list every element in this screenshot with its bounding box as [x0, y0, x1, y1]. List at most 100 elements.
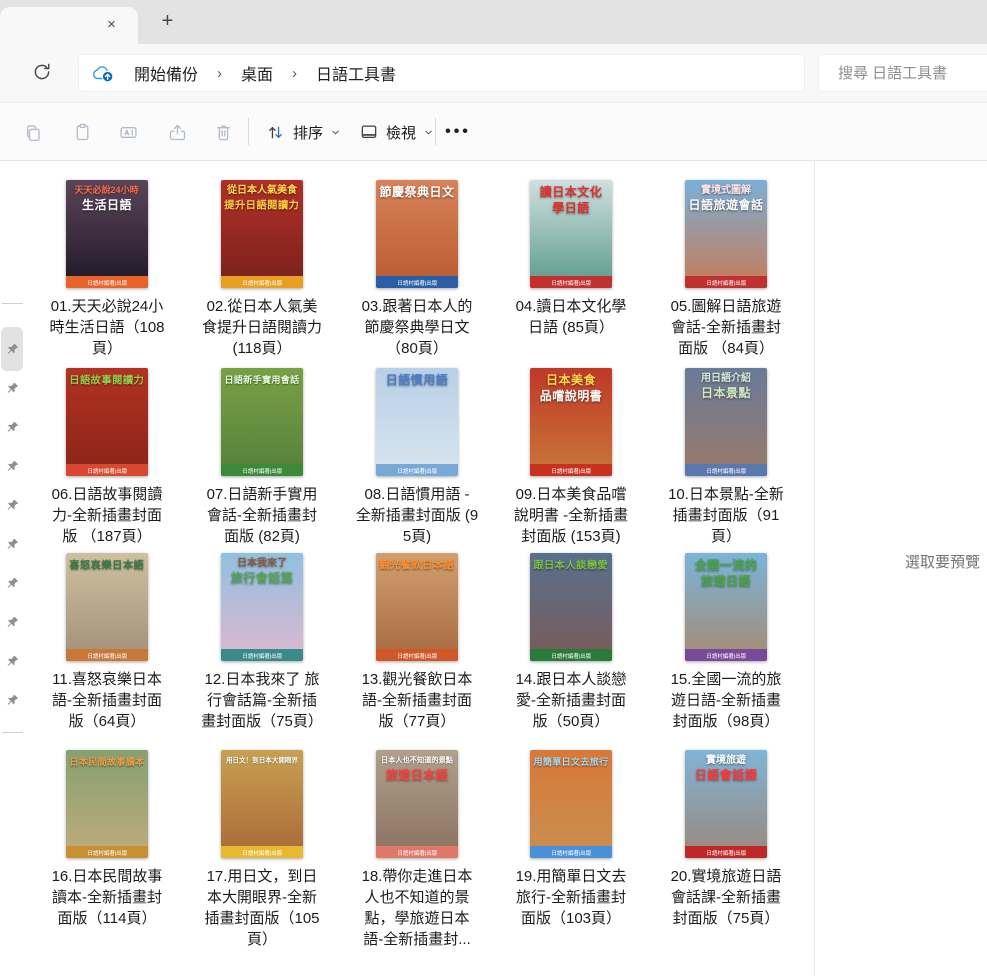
command-toolbar: 排序 檢視 ••• — [0, 103, 987, 161]
pinned-item[interactable] — [1, 602, 23, 642]
search-input[interactable] — [838, 65, 987, 82]
pinned-item[interactable] — [1, 524, 23, 564]
book-cover-thumbnail: 日語慣用語日語村編著|出版 — [376, 368, 458, 476]
tab-close-icon[interactable]: × — [101, 15, 122, 36]
search-box[interactable] — [818, 54, 987, 92]
file-item[interactable]: 日本美食品嚐說明書日語村編著|出版09.日本美食品嚐說明書 -全新插畫封面版 (… — [496, 368, 646, 547]
pinned-item[interactable] — [1, 327, 23, 371]
rename-button[interactable] — [108, 112, 148, 152]
publisher-strip: 日語村編著|出版 — [530, 846, 612, 858]
pinned-item[interactable] — [1, 368, 23, 408]
cover-title-line: 旅行會話篇 — [231, 571, 294, 587]
publisher-strip: 日語村編著|出版 — [376, 464, 458, 476]
see-more-icon: ••• — [445, 123, 471, 141]
pinned-item[interactable] — [1, 680, 23, 720]
cover-title-line: 跟日本人談戀愛 — [534, 559, 609, 572]
pinned-item[interactable] — [1, 407, 23, 447]
file-name: 11.喜怒哀樂日本語-全新插畫封面版（64頁） — [45, 669, 169, 732]
file-name: 03.跟著日本人的節慶祭典學日文（80頁） — [355, 296, 479, 359]
file-item[interactable]: 日本人也不知道的景點旅遊日本語日語村編著|出版18.帶你走進日本人也不知道的景點… — [342, 750, 492, 950]
explorer-tab[interactable]: × — [0, 7, 138, 44]
file-name: 01.天天必說24小時生活日語（108頁） — [45, 296, 169, 359]
sort-button[interactable]: 排序 — [256, 112, 350, 152]
cover-title-line: 從日本人氣美食 — [227, 185, 297, 198]
breadcrumb-item-current-folder[interactable]: 日語工具書 — [310, 58, 402, 88]
cover-title-line: 用簡單日文去旅行 — [534, 757, 609, 769]
folder-content-area: 天天必說24小時生活日語日語村編著|出版01.天天必說24小時生活日語（108頁… — [0, 162, 987, 976]
file-item[interactable]: 跟日本人談戀愛日語村編著|出版14.跟日本人談戀愛-全新插畫封面版（50頁） — [496, 553, 646, 732]
cover-title-line: 日語旅遊會話 — [688, 198, 763, 214]
breadcrumb-item-start-backup[interactable]: 開始備份 — [128, 58, 204, 88]
cover-title-line: 日本人也不知道的景點 — [381, 757, 453, 766]
paste-icon — [72, 122, 93, 143]
publisher-strip: 日語村編著|出版 — [530, 276, 612, 288]
book-cover-thumbnail: 日本美食品嚐說明書日語村編著|出版 — [530, 368, 612, 476]
file-item[interactable]: 天天必說24小時生活日語日語村編著|出版01.天天必說24小時生活日語（108頁… — [32, 180, 182, 359]
pinned-item[interactable] — [1, 641, 23, 681]
file-name: 02.從日本人氣美食提升日語閱讀力 (118頁） — [200, 296, 324, 359]
pin-icon — [5, 459, 20, 474]
new-tab-button[interactable]: + — [155, 10, 180, 35]
file-item[interactable]: 實境式圖解日語旅遊會話日語村編著|出版05.圖解日語旅遊會話-全新插畫封面版 （… — [651, 180, 801, 359]
pin-icon — [5, 342, 20, 357]
file-item[interactable]: 節慶祭典日文日語村編著|出版03.跟著日本人的節慶祭典學日文（80頁） — [342, 180, 492, 359]
publisher-strip: 日語村編著|出版 — [221, 276, 303, 288]
file-item[interactable]: 用日文！到日本大開眼界日語村編著|出版17.用日文，到日本大開眼界-全新插畫封面… — [187, 750, 337, 950]
address-bar-row: 開始備份 › 桌面 › 日語工具書 — [0, 44, 987, 103]
pin-icon — [5, 420, 20, 435]
publisher-strip: 日語村編著|出版 — [685, 464, 767, 476]
pin-icon — [5, 576, 20, 591]
file-item[interactable]: 用簡單日文去旅行日語村編著|出版 19.用簡單日文去旅行-全新插畫封面版（103頁… — [496, 750, 646, 929]
copy-button[interactable] — [12, 112, 52, 152]
file-item[interactable]: 日本民間故事讀本日語村編著|出版16.日本民間故事讀本-全新插畫封面版（114頁… — [32, 750, 182, 929]
cover-title-line: 品嚐說明書 — [540, 389, 603, 405]
publisher-strip: 日語村編著|出版 — [221, 464, 303, 476]
book-cover-thumbnail: 日語新手實用會話日語村編著|出版 — [221, 368, 303, 476]
preview-hint: 選取要預覽 — [905, 551, 980, 572]
file-item[interactable]: 日本我來了旅行會話篇日語村編著|出版12.日本我來了 旅行會話篇-全新插畫封面版… — [187, 553, 337, 732]
delete-button[interactable] — [203, 112, 243, 152]
file-item[interactable]: 全國一流的旅遊日語日語村編著|出版15.全國一流的旅遊日語-全新插畫封面版（98… — [651, 553, 801, 732]
file-name: 13.觀光餐飲日本語-全新插畫封面版（77頁） — [355, 669, 479, 732]
book-cover-thumbnail: 從日本人氣美食提升日語閱讀力日語村編著|出版 — [221, 180, 303, 288]
sort-label: 排序 — [293, 122, 323, 143]
copy-icon — [22, 122, 43, 143]
pinned-item[interactable] — [1, 485, 23, 525]
file-item[interactable]: 日語故事閱讀力日語村編著|出版06.日語故事閱讀力-全新插畫封面版 （187頁） — [32, 368, 182, 547]
paste-button[interactable] — [62, 112, 102, 152]
book-cover-thumbnail: 實境旅遊日語會話課日語村編著|出版 — [685, 750, 767, 858]
cover-title-line: 生活日語 — [82, 198, 132, 214]
pin-icon — [5, 615, 20, 630]
book-cover-thumbnail: 觀光餐飲日本語日語村編著|出版 — [376, 553, 458, 661]
onedrive-sync-icon — [92, 64, 116, 83]
pinned-item[interactable] — [1, 446, 23, 486]
file-name: 08.日語慣用語 - 全新插畫封面版 (95頁) — [355, 484, 479, 547]
book-cover-thumbnail: 全國一流的旅遊日語日語村編著|出版 — [685, 553, 767, 661]
file-item[interactable]: 日語慣用語日語村編著|出版 08.日語慣用語 - 全新插畫封面版 (95頁) — [342, 368, 492, 547]
share-button[interactable] — [157, 112, 197, 152]
pin-icon — [5, 654, 20, 669]
breadcrumb-item-desktop[interactable]: 桌面 — [235, 58, 279, 88]
file-item[interactable]: 觀光餐飲日本語日語村編著|出版 13.觀光餐飲日本語-全新插畫封面版（77頁） — [342, 553, 492, 732]
pinned-item[interactable] — [1, 563, 23, 603]
file-item[interactable]: 讀日本文化學日語日語村編著|出版04.讀日本文化學日語 (85頁） — [496, 180, 646, 338]
file-item[interactable]: 從日本人氣美食提升日語閱讀力日語村編著|出版 02.從日本人氣美食提升日語閱讀力 … — [187, 180, 337, 359]
delete-icon — [213, 122, 234, 143]
file-item[interactable]: 喜怒哀樂日本語日語村編著|出版11.喜怒哀樂日本語-全新插畫封面版（64頁） — [32, 553, 182, 732]
file-item[interactable]: 用日語介紹日本景點日語村編著|出版10.日本景點-全新插畫封面版（91頁） — [651, 368, 801, 547]
file-item[interactable]: 日語新手實用會話日語村編著|出版07.日語新手實用會話-全新插畫封面版 (82頁… — [187, 368, 337, 547]
publisher-strip: 日語村編著|出版 — [376, 649, 458, 661]
refresh-icon — [31, 61, 53, 83]
file-name: 16.日本民間故事讀本-全新插畫封面版（114頁） — [45, 866, 169, 929]
chevron-down-icon — [423, 127, 434, 138]
view-button[interactable]: 檢視 — [350, 112, 443, 152]
cover-title-line: 全國一流的 — [695, 558, 758, 574]
file-item[interactable]: 實境旅遊日語會話課日語村編著|出版20.實境旅遊日語會話課-全新插畫封面版（75… — [651, 750, 801, 929]
cover-title-line: 實境式圖解 — [701, 185, 751, 198]
cover-title-line: 節慶祭典日文 — [379, 185, 454, 201]
file-name: 19.用簡單日文去旅行-全新插畫封面版（103頁） — [509, 866, 633, 929]
cover-title-line: 日語新手實用會話 — [225, 375, 300, 387]
pin-icon — [5, 381, 20, 396]
more-options-button[interactable]: ••• — [440, 112, 476, 152]
refresh-button[interactable] — [28, 59, 56, 87]
